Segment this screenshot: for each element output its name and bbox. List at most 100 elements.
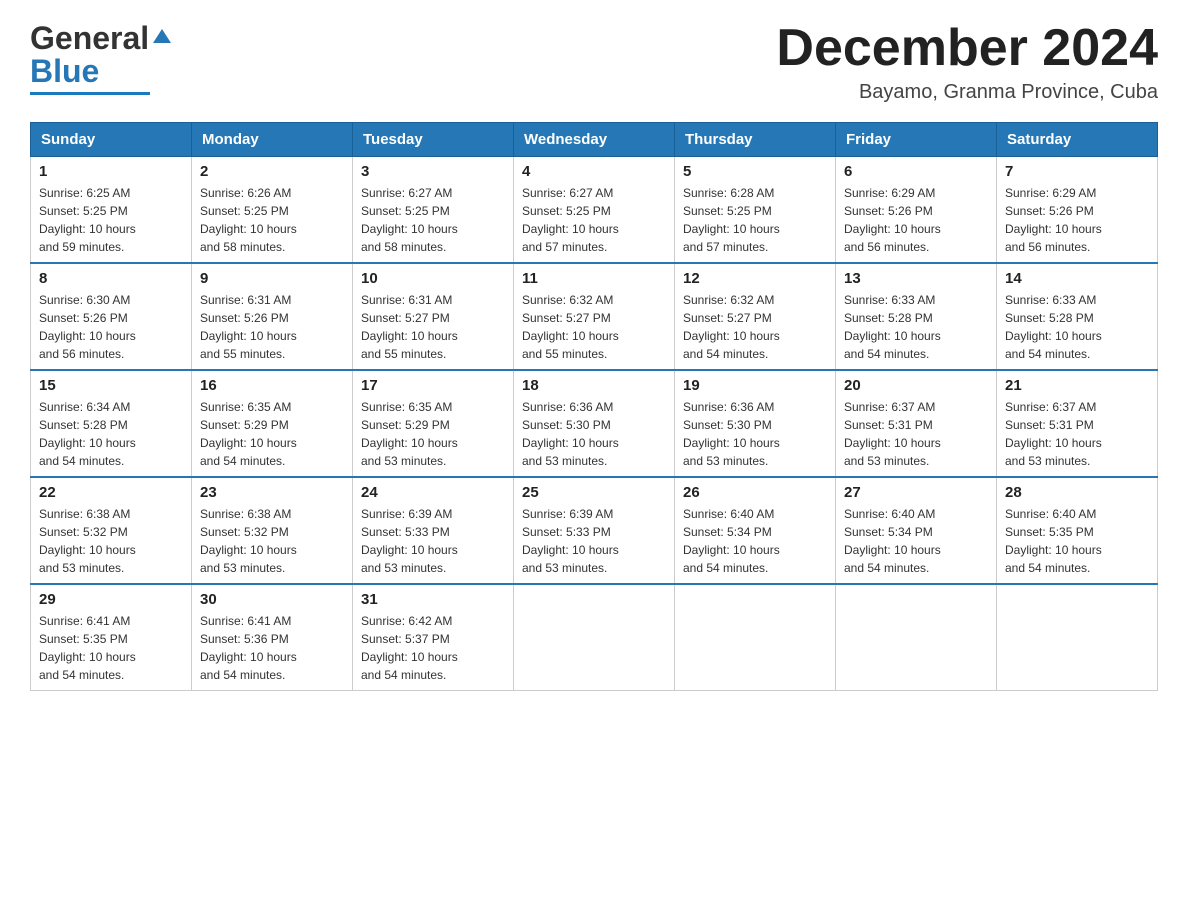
day-cell: 23 Sunrise: 6:38 AM Sunset: 5:32 PM Dayl… [192,477,353,584]
day-info: Sunrise: 6:39 AM Sunset: 5:33 PM Dayligh… [522,505,666,577]
month-title: December 2024 [776,20,1158,77]
day-number: 1 [39,163,183,180]
week-row-3: 15 Sunrise: 6:34 AM Sunset: 5:28 PM Dayl… [31,370,1158,477]
day-info: Sunrise: 6:40 AM Sunset: 5:34 PM Dayligh… [844,505,988,577]
day-cell: 22 Sunrise: 6:38 AM Sunset: 5:32 PM Dayl… [31,477,192,584]
day-number: 6 [844,163,988,180]
week-row-1: 1 Sunrise: 6:25 AM Sunset: 5:25 PM Dayli… [31,157,1158,264]
day-cell: 13 Sunrise: 6:33 AM Sunset: 5:28 PM Dayl… [836,263,997,370]
day-cell [514,584,675,691]
day-number: 26 [683,484,827,501]
day-cell: 14 Sunrise: 6:33 AM Sunset: 5:28 PM Dayl… [997,263,1158,370]
day-cell: 16 Sunrise: 6:35 AM Sunset: 5:29 PM Dayl… [192,370,353,477]
day-number: 22 [39,484,183,501]
day-info: Sunrise: 6:29 AM Sunset: 5:26 PM Dayligh… [844,184,988,256]
header-row: SundayMondayTuesdayWednesdayThursdayFrid… [31,123,1158,157]
day-info: Sunrise: 6:31 AM Sunset: 5:27 PM Dayligh… [361,291,505,363]
day-cell: 11 Sunrise: 6:32 AM Sunset: 5:27 PM Dayl… [514,263,675,370]
day-info: Sunrise: 6:39 AM Sunset: 5:33 PM Dayligh… [361,505,505,577]
day-cell: 7 Sunrise: 6:29 AM Sunset: 5:26 PM Dayli… [997,157,1158,264]
day-number: 11 [522,270,666,287]
title-section: December 2024 Bayamo, Granma Province, C… [776,20,1158,104]
day-number: 17 [361,377,505,394]
col-header-friday: Friday [836,123,997,157]
day-number: 23 [200,484,344,501]
calendar-table: SundayMondayTuesdayWednesdayThursdayFrid… [30,122,1158,691]
logo-general: General [30,20,149,57]
logo-triangle-icon [151,25,173,47]
day-info: Sunrise: 6:37 AM Sunset: 5:31 PM Dayligh… [1005,398,1149,470]
day-info: Sunrise: 6:32 AM Sunset: 5:27 PM Dayligh… [522,291,666,363]
day-info: Sunrise: 6:33 AM Sunset: 5:28 PM Dayligh… [1005,291,1149,363]
day-number: 15 [39,377,183,394]
day-number: 7 [1005,163,1149,180]
day-info: Sunrise: 6:35 AM Sunset: 5:29 PM Dayligh… [361,398,505,470]
day-cell: 2 Sunrise: 6:26 AM Sunset: 5:25 PM Dayli… [192,157,353,264]
day-info: Sunrise: 6:40 AM Sunset: 5:34 PM Dayligh… [683,505,827,577]
day-number: 8 [39,270,183,287]
day-cell: 10 Sunrise: 6:31 AM Sunset: 5:27 PM Dayl… [353,263,514,370]
day-number: 2 [200,163,344,180]
day-number: 21 [1005,377,1149,394]
day-number: 20 [844,377,988,394]
day-number: 16 [200,377,344,394]
week-row-5: 29 Sunrise: 6:41 AM Sunset: 5:35 PM Dayl… [31,584,1158,691]
day-cell: 26 Sunrise: 6:40 AM Sunset: 5:34 PM Dayl… [675,477,836,584]
day-cell: 1 Sunrise: 6:25 AM Sunset: 5:25 PM Dayli… [31,157,192,264]
day-cell: 6 Sunrise: 6:29 AM Sunset: 5:26 PM Dayli… [836,157,997,264]
day-number: 3 [361,163,505,180]
day-info: Sunrise: 6:27 AM Sunset: 5:25 PM Dayligh… [361,184,505,256]
page-header: General Blue December 2024 Bayamo, Granm… [30,20,1158,104]
col-header-monday: Monday [192,123,353,157]
day-cell: 31 Sunrise: 6:42 AM Sunset: 5:37 PM Dayl… [353,584,514,691]
day-number: 28 [1005,484,1149,501]
day-info: Sunrise: 6:37 AM Sunset: 5:31 PM Dayligh… [844,398,988,470]
logo-underline [30,92,150,95]
day-cell: 5 Sunrise: 6:28 AM Sunset: 5:25 PM Dayli… [675,157,836,264]
day-number: 9 [200,270,344,287]
day-info: Sunrise: 6:36 AM Sunset: 5:30 PM Dayligh… [522,398,666,470]
col-header-sunday: Sunday [31,123,192,157]
day-number: 10 [361,270,505,287]
day-number: 12 [683,270,827,287]
day-number: 18 [522,377,666,394]
day-cell: 15 Sunrise: 6:34 AM Sunset: 5:28 PM Dayl… [31,370,192,477]
col-header-thursday: Thursday [675,123,836,157]
day-number: 4 [522,163,666,180]
location-subtitle: Bayamo, Granma Province, Cuba [776,81,1158,104]
day-info: Sunrise: 6:31 AM Sunset: 5:26 PM Dayligh… [200,291,344,363]
day-cell: 12 Sunrise: 6:32 AM Sunset: 5:27 PM Dayl… [675,263,836,370]
day-cell: 4 Sunrise: 6:27 AM Sunset: 5:25 PM Dayli… [514,157,675,264]
day-cell [997,584,1158,691]
day-cell: 17 Sunrise: 6:35 AM Sunset: 5:29 PM Dayl… [353,370,514,477]
day-cell: 30 Sunrise: 6:41 AM Sunset: 5:36 PM Dayl… [192,584,353,691]
day-info: Sunrise: 6:40 AM Sunset: 5:35 PM Dayligh… [1005,505,1149,577]
day-number: 25 [522,484,666,501]
day-cell: 29 Sunrise: 6:41 AM Sunset: 5:35 PM Dayl… [31,584,192,691]
day-cell: 21 Sunrise: 6:37 AM Sunset: 5:31 PM Dayl… [997,370,1158,477]
day-info: Sunrise: 6:32 AM Sunset: 5:27 PM Dayligh… [683,291,827,363]
day-cell: 24 Sunrise: 6:39 AM Sunset: 5:33 PM Dayl… [353,477,514,584]
day-cell: 20 Sunrise: 6:37 AM Sunset: 5:31 PM Dayl… [836,370,997,477]
logo: General Blue [30,20,173,95]
day-info: Sunrise: 6:41 AM Sunset: 5:36 PM Dayligh… [200,612,344,684]
day-info: Sunrise: 6:30 AM Sunset: 5:26 PM Dayligh… [39,291,183,363]
week-row-2: 8 Sunrise: 6:30 AM Sunset: 5:26 PM Dayli… [31,263,1158,370]
day-cell: 25 Sunrise: 6:39 AM Sunset: 5:33 PM Dayl… [514,477,675,584]
day-info: Sunrise: 6:34 AM Sunset: 5:28 PM Dayligh… [39,398,183,470]
day-number: 19 [683,377,827,394]
day-number: 24 [361,484,505,501]
day-info: Sunrise: 6:26 AM Sunset: 5:25 PM Dayligh… [200,184,344,256]
day-cell: 3 Sunrise: 6:27 AM Sunset: 5:25 PM Dayli… [353,157,514,264]
day-info: Sunrise: 6:41 AM Sunset: 5:35 PM Dayligh… [39,612,183,684]
day-info: Sunrise: 6:42 AM Sunset: 5:37 PM Dayligh… [361,612,505,684]
day-info: Sunrise: 6:35 AM Sunset: 5:29 PM Dayligh… [200,398,344,470]
col-header-saturday: Saturday [997,123,1158,157]
day-cell: 28 Sunrise: 6:40 AM Sunset: 5:35 PM Dayl… [997,477,1158,584]
day-number: 29 [39,591,183,608]
day-info: Sunrise: 6:36 AM Sunset: 5:30 PM Dayligh… [683,398,827,470]
day-number: 30 [200,591,344,608]
day-info: Sunrise: 6:38 AM Sunset: 5:32 PM Dayligh… [39,505,183,577]
day-info: Sunrise: 6:33 AM Sunset: 5:28 PM Dayligh… [844,291,988,363]
day-cell: 8 Sunrise: 6:30 AM Sunset: 5:26 PM Dayli… [31,263,192,370]
